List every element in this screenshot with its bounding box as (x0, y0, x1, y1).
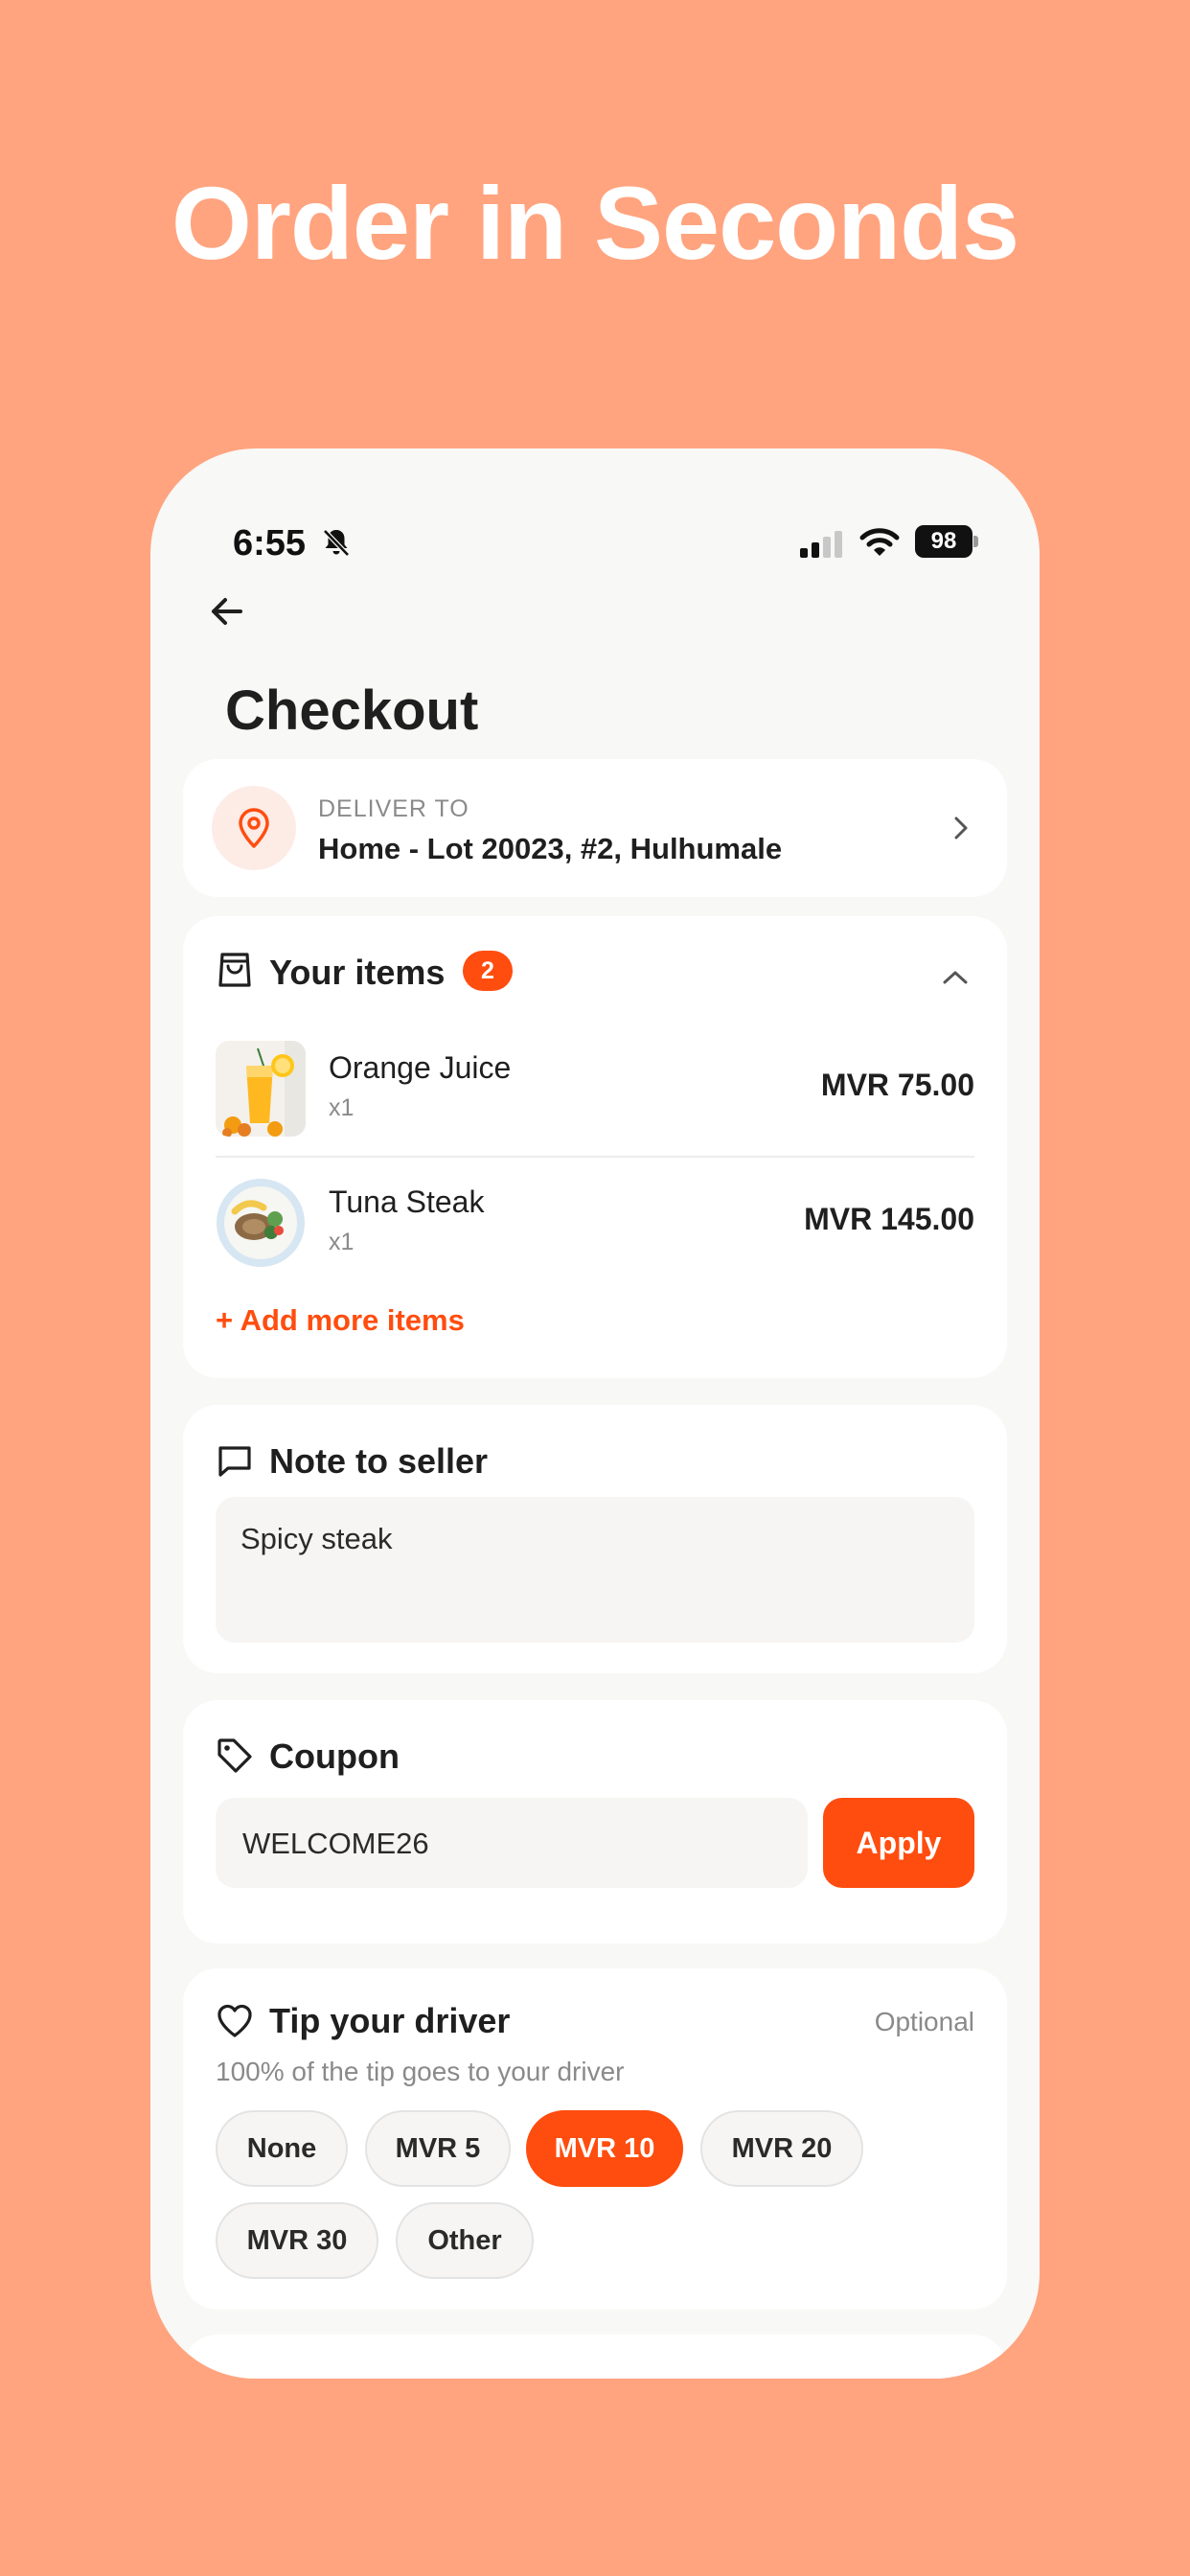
battery-level: 98 (915, 525, 973, 558)
deliver-to-label: DELIVER TO (318, 795, 469, 822)
note-to-seller-title: Note to seller (269, 1441, 489, 1481)
phone-screen: 6:55 98 Checkout DELIVER TO Home - Lot 2… (150, 448, 1040, 2379)
note-to-seller-value: Spicy steak (240, 1522, 393, 1555)
list-item[interactable]: Orange Juice x1 MVR 75.00 (216, 1031, 974, 1146)
tip-driver-card: Tip your driver Optional 100% of the tip… (183, 1968, 1007, 2310)
tip-subtitle: 100% of the tip goes to your driver (216, 2057, 625, 2086)
heart-icon (217, 2004, 252, 2037)
orange-juice-image (216, 1041, 306, 1137)
coupon-card: Coupon WELCOME26 Apply (183, 1700, 1007, 1944)
coupon-title: Coupon (269, 1736, 400, 1776)
arrow-left-icon[interactable] (198, 583, 256, 640)
bell-slash-icon (323, 529, 350, 557)
tip-option-mvr-5[interactable]: MVR 5 (365, 2110, 511, 2187)
delivery-address: Home - Lot 20023, #2, Hulhumale (318, 832, 783, 865)
chevron-up-icon[interactable] (940, 966, 971, 989)
battery-icon: 98 (915, 525, 978, 558)
coupon-input[interactable]: WELCOME26 (216, 1798, 808, 1888)
item-price: MVR 145.00 (804, 1202, 974, 1236)
apply-coupon-button[interactable]: Apply (823, 1798, 974, 1888)
item-quantity: x1 (329, 1229, 355, 1255)
tip-driver-title: Tip your driver (269, 2001, 511, 2040)
page-title: Checkout (225, 679, 479, 742)
tuna-steak-image (216, 1175, 306, 1271)
item-name: Orange Juice (329, 1050, 512, 1085)
item-divider (216, 1156, 974, 1158)
chevron-right-icon (954, 816, 968, 840)
tip-option-mvr-30[interactable]: MVR 30 (216, 2202, 378, 2279)
wifi-icon (859, 528, 900, 556)
note-to-seller-card: Note to seller Spicy steak (183, 1405, 1007, 1673)
your-items-title: Your items (269, 953, 446, 992)
map-pin-badge (212, 786, 296, 870)
item-price: MVR 75.00 (820, 1068, 974, 1102)
tip-option-other[interactable]: Other (396, 2202, 534, 2279)
your-items-card: Your items 2 Orange Juice x1 MVR 75.00 T… (183, 916, 1007, 1378)
coupon-code-value: WELCOME26 (242, 1827, 429, 1860)
tip-option-none[interactable]: None (216, 2110, 348, 2187)
status-bar: 6:55 98 (150, 487, 1040, 564)
items-count-badge: 2 (463, 951, 513, 991)
deliver-to-card[interactable]: DELIVER TO Home - Lot 20023, #2, Hulhuma… (183, 759, 1007, 897)
tip-option-mvr-20[interactable]: MVR 20 (700, 2110, 863, 2187)
note-to-seller-field[interactable]: Spicy steak (216, 1497, 974, 1643)
item-quantity: x1 (329, 1094, 355, 1121)
message-square-icon (218, 1446, 251, 1477)
marketing-headline: Order in Seconds (171, 165, 1019, 281)
next-section-card (183, 2334, 1007, 2379)
list-item[interactable]: Tuna Steak x1 MVR 145.00 (216, 1165, 974, 1280)
map-pin-icon (239, 808, 269, 848)
shopping-bag-icon (218, 953, 251, 987)
item-name: Tuna Steak (329, 1184, 485, 1219)
tip-optional-label: Optional (874, 2007, 974, 2036)
status-time: 6:55 (233, 523, 307, 564)
tip-option-mvr-10[interactable]: MVR 10 (526, 2110, 683, 2187)
battery-tip (973, 536, 978, 547)
signal-icon (800, 531, 842, 558)
tag-icon (217, 1738, 252, 1773)
add-more-items-link[interactable]: + Add more items (216, 1303, 465, 1338)
